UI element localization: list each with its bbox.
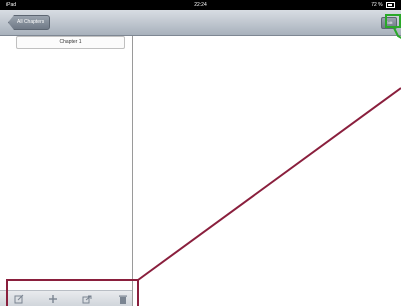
chapters-sidebar: Chapter 1: [0, 36, 133, 306]
maroon-callout-line: [137, 87, 401, 281]
battery-percentage: 72 %: [371, 2, 383, 8]
all-chapters-back-button[interactable]: All Chapters: [8, 15, 51, 30]
battery-icon: [386, 1, 395, 8]
chapter-list-item[interactable]: Chapter 1: [16, 36, 125, 49]
status-bar: iPad 22:24 72 %: [0, 0, 401, 10]
navigation-bar: All Chapters: [0, 10, 401, 36]
status-time: 22:24: [194, 2, 207, 8]
edit-button-highlight: [385, 14, 401, 28]
ipad-screen: iPad 22:24 72 % All Chapters Edit Chapte…: [0, 0, 401, 306]
battery-indicator: 72 %: [371, 0, 395, 10]
toolbar-highlight: [6, 279, 139, 306]
